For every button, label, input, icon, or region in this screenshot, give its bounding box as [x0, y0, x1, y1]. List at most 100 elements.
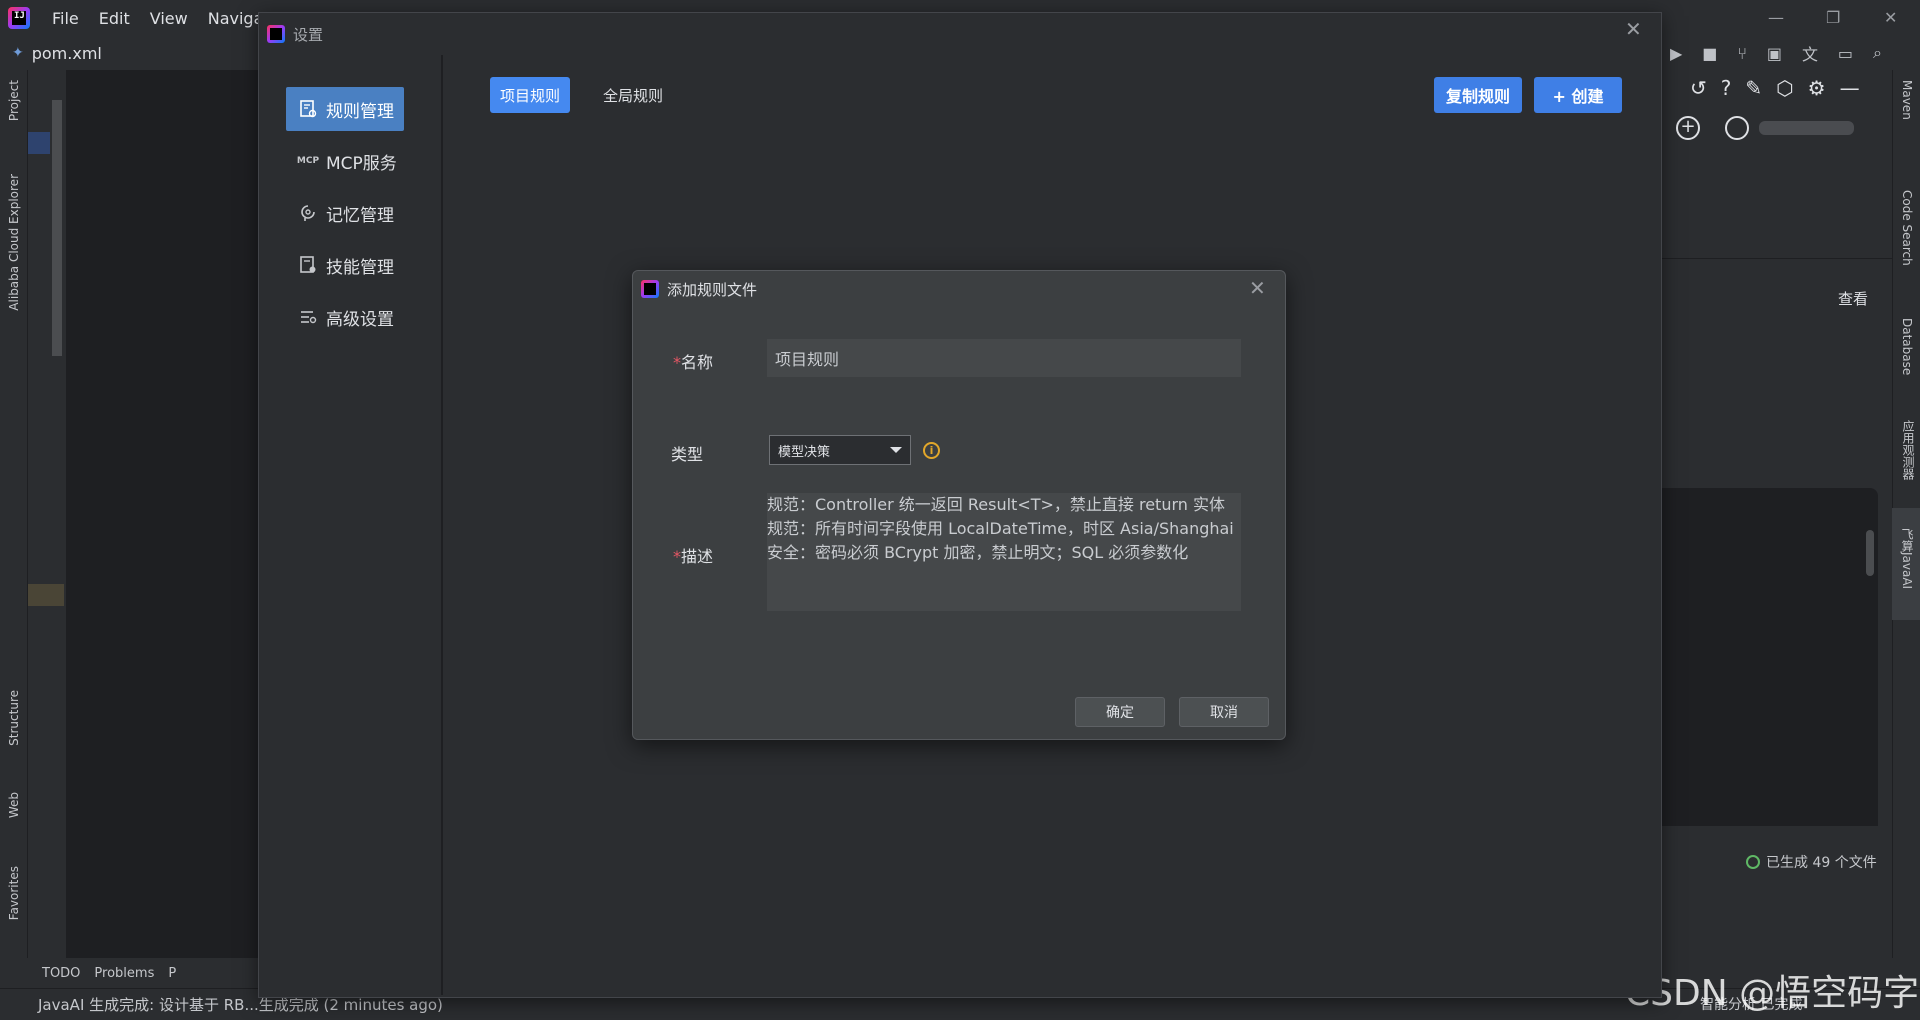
type-label: 类型	[671, 445, 704, 464]
project-tree-highlight	[28, 584, 64, 606]
required-mark: *	[673, 353, 681, 372]
intellij-logo	[267, 25, 285, 43]
minimize-panel-icon[interactable]: —	[1840, 76, 1860, 100]
memory-icon	[298, 203, 318, 223]
nav-advanced-label: 高级设置	[326, 309, 394, 330]
user-icon[interactable]	[1725, 116, 1749, 140]
file-tab[interactable]: ✦ pom.xml	[0, 36, 258, 70]
dialog-titlebar: 添加规则文件	[633, 271, 1285, 307]
name-input[interactable]	[767, 339, 1241, 377]
nav-rules-label: 规则管理	[326, 101, 394, 122]
csdn-watermark: CSDN @悟空码字	[1625, 973, 1920, 1014]
tab-project-rules[interactable]: 项目规则	[490, 77, 571, 113]
nav-advanced[interactable]: 高级设置	[286, 295, 404, 339]
editor-area	[66, 70, 258, 958]
add-icon[interactable]: +	[1676, 116, 1700, 140]
run-icon[interactable]: ▶	[1670, 44, 1682, 63]
nav-mcp-label: MCP服务	[326, 153, 397, 174]
edit-icon[interactable]: ✎	[1745, 76, 1762, 100]
project-tree-selection	[28, 132, 50, 154]
advanced-settings-icon	[298, 307, 318, 327]
chevron-down-icon	[890, 447, 902, 453]
settings-hex-icon[interactable]: ⬡	[1776, 76, 1793, 100]
username-blurred	[1759, 121, 1854, 135]
desc-label-text: 描述	[681, 547, 714, 566]
description-textarea[interactable]: 规范：Controller 统一返回 Result<T>，禁止直接 return…	[767, 493, 1241, 611]
name-label: *名称	[673, 349, 713, 373]
javaai-user-row: +	[1662, 116, 1892, 140]
dialog-close-icon[interactable]: ✕	[1249, 276, 1266, 300]
gear-icon[interactable]: ⚙	[1808, 76, 1826, 100]
cancel-button[interactable]: 取消	[1179, 697, 1269, 727]
view-link[interactable]: 查看	[1838, 288, 1868, 309]
intellij-logo	[641, 280, 659, 298]
javaai-toolbar: ↺ ? ✎ ⬡ ⚙ —	[1690, 76, 1890, 100]
rules-icon	[298, 99, 318, 119]
tool-alibaba-cloud-explorer[interactable]: Alibaba Cloud Explorer	[7, 174, 21, 311]
tool-problems[interactable]: Problems	[94, 966, 154, 981]
tool-maven[interactable]: Maven	[1900, 80, 1914, 120]
bottom-tool-bar: TODO Problems P	[28, 958, 258, 988]
name-label-text: 名称	[681, 353, 714, 372]
create-button[interactable]: + 创建	[1534, 77, 1622, 113]
tool-project[interactable]: Project	[7, 80, 21, 121]
type-select[interactable]: 模型决策	[769, 435, 911, 465]
window-close-icon[interactable]: ✕	[1884, 8, 1897, 27]
vcs-icon[interactable]: ⑂	[1737, 44, 1747, 63]
settings-close-icon[interactable]: ✕	[1625, 17, 1642, 41]
stop-icon[interactable]: ■	[1702, 44, 1717, 63]
copy-rules-button[interactable]: 复制规则	[1434, 77, 1522, 113]
nav-mcp[interactable]: MCP MCP服务	[286, 139, 404, 183]
menu-edit[interactable]: Edit	[99, 9, 130, 28]
tool-javaai: 飞算JavaAI	[1900, 528, 1914, 590]
javaai-output-card	[1662, 488, 1878, 826]
type-select-value: 模型决策	[778, 444, 831, 460]
tool-database[interactable]: Database	[1900, 318, 1914, 375]
tool-p[interactable]: P	[168, 966, 176, 981]
settings-title: 设置	[293, 25, 324, 44]
tool-structure[interactable]: Structure	[7, 690, 21, 746]
restore-icon[interactable]: ❐	[1826, 8, 1840, 27]
add-rule-dialog: 添加规则文件 ✕ *名称 类型 模型决策 i *描述 规范：Controller…	[632, 270, 1286, 740]
desc-label: *描述	[673, 543, 713, 567]
desc-line-3: 安全：密码必须 BCrypt 加密，禁止明文；SQL 必须参数化	[767, 543, 1189, 562]
nav-memory-label: 记忆管理	[326, 205, 394, 226]
intellij-logo: IJ	[8, 7, 30, 29]
minimize-icon[interactable]: —	[1768, 8, 1784, 27]
dialog-title: 添加规则文件	[667, 280, 758, 299]
skills-icon	[298, 255, 318, 275]
history-icon[interactable]: ↺	[1690, 76, 1707, 100]
tool-app-observer[interactable]: 应用观测器	[1900, 420, 1917, 480]
menu-view[interactable]: View	[150, 9, 188, 28]
required-mark: *	[673, 547, 681, 566]
generated-status-text: 已生成 49 个文件	[1766, 855, 1877, 871]
tool-web[interactable]: Web	[7, 792, 21, 818]
nav-rules[interactable]: 规则管理	[286, 87, 404, 131]
check-circle-icon	[1746, 855, 1760, 869]
nav-skills[interactable]: 技能管理	[286, 243, 404, 287]
output-scrollbar[interactable]	[1866, 530, 1874, 576]
nav-memory[interactable]: 记忆管理	[286, 191, 404, 235]
help-icon[interactable]: ?	[1721, 76, 1732, 100]
desc-line-2: 规范：所有时间字段使用 LocalDateTime，时区 Asia/Shangh…	[767, 519, 1234, 538]
menu-file[interactable]: File	[52, 9, 79, 28]
desc-line-1: 规范：Controller 统一返回 Result<T>，禁止直接 return…	[767, 495, 1225, 514]
tab-global-rules[interactable]: 全局规则	[593, 77, 673, 113]
tool-code-search[interactable]: Code Search	[1900, 190, 1914, 266]
mcp-icon: MCP	[296, 156, 320, 166]
settings-sidebar: 规则管理 MCP MCP服务 记忆管理 技能管理 高级设置	[259, 55, 443, 995]
project-scrollbar[interactable]	[52, 100, 62, 356]
window-icon[interactable]: ▭	[1838, 44, 1853, 63]
translate-icon[interactable]: 文	[1802, 41, 1818, 65]
tool-todo[interactable]: TODO	[42, 966, 80, 981]
info-icon[interactable]: i	[923, 442, 940, 459]
settings-titlebar: 设置	[259, 13, 1661, 55]
maven-file-icon: ✦	[12, 45, 24, 61]
right-toolbar: ▶ ■ ⑂ ▣ 文 ▭ ⌕	[1660, 36, 1892, 70]
generated-status: 已生成 49 个文件	[1746, 852, 1877, 872]
folder-icon[interactable]: ▣	[1767, 44, 1782, 63]
search-icon[interactable]: ⌕	[1873, 43, 1882, 63]
tool-favorites[interactable]: Favorites	[7, 866, 21, 920]
javaai-tool-tab[interactable]: 飞算JavaAI	[1892, 508, 1920, 620]
ok-button[interactable]: 确定	[1075, 697, 1165, 727]
